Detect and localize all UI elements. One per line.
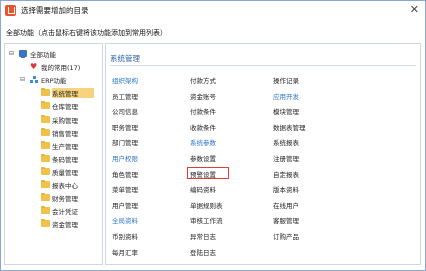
tree-item[interactable]: 报表中心 xyxy=(5,179,102,190)
monitor-icon xyxy=(19,50,27,58)
group-heading: 用户权限 xyxy=(112,155,138,163)
tree-item-label: 报表中心 xyxy=(52,182,78,190)
folder-icon xyxy=(41,127,50,136)
function-link[interactable]: 每月汇率 xyxy=(112,247,138,257)
function-link[interactable]: 付款条件 xyxy=(190,106,216,116)
tree-item[interactable]: 生产管理 xyxy=(5,140,102,151)
tree-item-label: 我的常用(17) xyxy=(41,64,81,73)
function-link[interactable]: 版本资料 xyxy=(273,184,299,194)
folder-icon xyxy=(41,166,50,175)
tree-item[interactable]: 系统管理 xyxy=(5,87,102,99)
tree-item[interactable]: 仓库管理 xyxy=(5,100,102,111)
tree-item-label: 全部功能 xyxy=(30,51,56,59)
window-title: 选择需要增加的目录 xyxy=(21,6,89,15)
function-panel: 系统管理 组织架构员工管理公司信息职务管理部门管理用户权限角色管理菜单管理用户管… xyxy=(105,43,421,265)
title-bar: 选择需要增加的目录 ✕ xyxy=(1,1,425,20)
tree-item-label: 销售管理 xyxy=(52,129,78,138)
function-link[interactable]: 角色管理 xyxy=(112,169,138,179)
function-link[interactable]: 审核工作流 xyxy=(190,215,223,225)
tree-item[interactable]: 会计凭证 xyxy=(5,205,102,216)
tree-item-label: 系统管理 xyxy=(52,88,94,99)
function-link[interactable]: 用户管理 xyxy=(112,200,138,210)
folder-icon xyxy=(41,153,50,162)
tree-item-label: ERP功能 xyxy=(41,77,67,86)
function-link[interactable]: 操作记录 xyxy=(273,75,299,85)
tree-item[interactable]: 资金管理 xyxy=(5,218,102,229)
folder-icon xyxy=(41,193,50,202)
folder-icon xyxy=(41,101,50,110)
group-heading: 应用开发 xyxy=(273,92,299,101)
highlight-box xyxy=(187,166,229,179)
group-heading: 组织架构 xyxy=(112,77,138,85)
sitemap-icon xyxy=(30,76,38,84)
function-link[interactable]: 币别资料 xyxy=(112,231,138,241)
function-link[interactable]: 模块管理 xyxy=(273,106,299,116)
function-tree: ⊟ 全部功能 ♥ 我的常用(17) ⊟ ERP功能系统管理仓库管理采购管理销售管理生产管理… xyxy=(4,43,103,265)
tree-item-label: 质量管理 xyxy=(52,168,78,177)
tree-item-label: 采购管理 xyxy=(52,116,78,125)
group-heading: 全局资料 xyxy=(112,217,138,226)
tree-item[interactable]: ⊟ ERP功能 xyxy=(5,74,102,85)
tree-item[interactable]: 销售管理 xyxy=(5,127,102,138)
function-link[interactable]: 异常日志 xyxy=(190,231,216,241)
function-link[interactable]: 付款方式 xyxy=(190,75,216,85)
function-link[interactable]: 参数设置 xyxy=(190,153,216,163)
folder-icon xyxy=(41,180,50,188)
tree-item-label: 会计凭证 xyxy=(52,208,78,217)
heart-icon: ♥ xyxy=(30,62,38,72)
tree-item[interactable]: 采购管理 xyxy=(5,114,102,125)
function-link[interactable]: 职务管理 xyxy=(112,122,138,132)
function-link[interactable]: 员工管理 xyxy=(112,91,138,101)
section-title: 系统管理 xyxy=(110,54,140,63)
collapse-toggle-icon[interactable]: ⊟ xyxy=(9,50,16,57)
function-link[interactable]: 单据规则表 xyxy=(190,200,223,210)
function-link[interactable]: 系统报表 xyxy=(273,137,299,147)
tree-item-label: 仓库管理 xyxy=(52,103,78,112)
tree-item[interactable]: 质量管理 xyxy=(5,166,102,177)
function-link[interactable]: 注册管理 xyxy=(273,153,299,163)
function-link[interactable]: 编码资料 xyxy=(190,184,216,194)
close-icon[interactable]: ✕ xyxy=(410,3,419,16)
function-link[interactable]: 客服管理 xyxy=(273,215,299,225)
tree-item[interactable]: ⊟ 全部功能 xyxy=(5,48,102,59)
divider xyxy=(110,65,416,66)
tree-item[interactable]: 财务管理 xyxy=(5,192,102,203)
folder-icon xyxy=(41,140,50,149)
group-heading: 系统参数 xyxy=(190,139,216,148)
tree-item-label: 资金管理 xyxy=(52,221,78,230)
app-icon xyxy=(5,5,16,16)
function-link[interactable]: 部门管理 xyxy=(112,137,138,147)
function-link[interactable]: 公司信息 xyxy=(112,106,138,116)
folder-icon xyxy=(41,114,50,123)
folder-icon xyxy=(41,206,50,215)
function-link[interactable]: 资金账号 xyxy=(190,91,216,101)
function-link[interactable]: 数据表管理 xyxy=(273,122,306,132)
function-link[interactable]: 订购产品 xyxy=(273,231,299,241)
folder-icon xyxy=(41,219,50,228)
tree-item[interactable]: 条码管理 xyxy=(5,153,102,164)
instruction-text: 全部功能（点击鼠标右键将该功能添加到常用列表） xyxy=(6,29,167,37)
tree-item[interactable]: ♥ 我的常用(17) xyxy=(5,61,102,73)
function-link[interactable]: 在线用户 xyxy=(273,200,299,210)
function-link[interactable]: 收款条件 xyxy=(190,122,216,132)
function-link[interactable]: 登陆日志 xyxy=(190,247,216,257)
function-link[interactable]: 菜单管理 xyxy=(112,184,138,194)
dialog-window: 选择需要增加的目录 ✕ 全部功能（点击鼠标右键将该功能添加到常用列表） ⊟ 全部功… xyxy=(0,0,426,271)
tree-item-label: 财务管理 xyxy=(52,195,78,204)
collapse-toggle-icon[interactable]: ⊟ xyxy=(20,76,27,83)
function-link[interactable]: 自定报表 xyxy=(273,169,299,179)
tree-item-label: 条码管理 xyxy=(52,155,78,164)
tree-item-label: 生产管理 xyxy=(52,142,78,151)
folder-icon xyxy=(41,88,50,97)
